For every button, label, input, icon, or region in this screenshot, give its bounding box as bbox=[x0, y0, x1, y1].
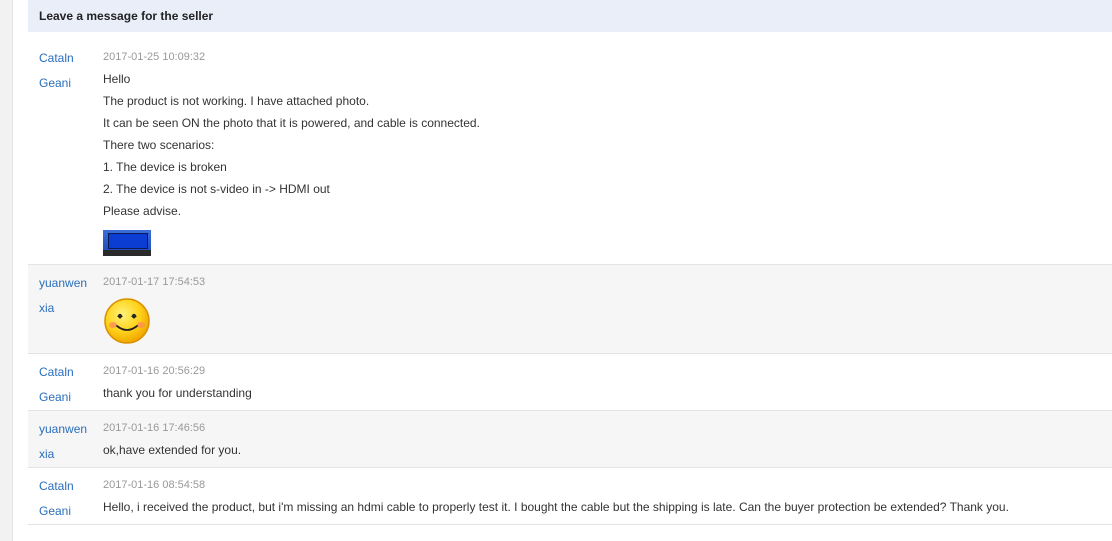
message-text-line: Hello bbox=[103, 72, 131, 86]
message-author: Cataln Geani bbox=[28, 468, 103, 524]
message-author: yuanwen xia bbox=[28, 265, 103, 353]
author-name-link[interactable]: xia bbox=[39, 442, 103, 467]
message-thread: Cataln Geani 2017-01-25 10:09:32 Hello T… bbox=[28, 40, 1112, 525]
panel-title: Leave a message for the seller bbox=[28, 0, 1112, 32]
message-item: Cataln Geani 2017-01-16 08:54:58 Hello, … bbox=[28, 468, 1112, 525]
message-timestamp: 2017-01-16 20:56:29 bbox=[103, 365, 206, 377]
left-rail bbox=[0, 0, 13, 541]
message-timestamp: 2017-01-16 17:46:56 bbox=[103, 422, 206, 434]
message-text-line: The product is not working. I have attac… bbox=[103, 94, 370, 108]
author-name-link[interactable]: Geani bbox=[39, 71, 103, 96]
message-text-line: It can be seen ON the photo that it is p… bbox=[103, 116, 480, 130]
author-name-link[interactable]: Cataln bbox=[39, 46, 103, 71]
message-text-line: 1. The device is broken bbox=[103, 160, 227, 174]
message-author: Cataln Geani bbox=[28, 354, 103, 410]
message-content: 2017-01-16 17:46:56 ok,have extended for… bbox=[103, 411, 1112, 467]
photo-thumbnail[interactable] bbox=[103, 230, 151, 256]
message-text-line: 2. The device is not s-video in -> HDMI … bbox=[103, 182, 330, 196]
author-name-link[interactable]: Cataln bbox=[39, 474, 103, 499]
author-name-link[interactable]: Geani bbox=[39, 385, 103, 410]
message-timestamp: 2017-01-25 10:09:32 bbox=[103, 51, 206, 63]
message-item: yuanwen xia 2017-01-16 17:46:56 ok,have … bbox=[28, 411, 1112, 468]
message-timestamp: 2017-01-17 17:54:53 bbox=[103, 276, 206, 288]
message-author: yuanwen xia bbox=[28, 411, 103, 467]
author-name-link[interactable]: Cataln bbox=[39, 360, 103, 385]
message-item: yuanwen xia 2017-01-17 17:54:53 bbox=[28, 265, 1112, 354]
message-panel: Leave a message for the seller Cataln Ge… bbox=[28, 0, 1112, 541]
message-text-line: thank you for understanding bbox=[103, 386, 252, 400]
message-text-line: There two scenarios: bbox=[103, 138, 215, 152]
message-content: 2017-01-16 20:56:29 thank you for unders… bbox=[103, 354, 1112, 410]
message-text-line: ok,have extended for you. bbox=[103, 443, 242, 457]
author-name-link[interactable]: yuanwen bbox=[39, 417, 103, 442]
page: Leave a message for the seller Cataln Ge… bbox=[0, 0, 1112, 541]
message-content: 2017-01-25 10:09:32 Hello The product is… bbox=[103, 40, 1112, 264]
message-text-line: Please advise. bbox=[103, 204, 182, 218]
author-name-link[interactable]: xia bbox=[39, 296, 103, 321]
message-text-line: Hello, i received the product, but i'm m… bbox=[103, 500, 1009, 514]
message-content: 2017-01-17 17:54:53 bbox=[103, 265, 1112, 353]
message-item: Cataln Geani 2017-01-25 10:09:32 Hello T… bbox=[28, 40, 1112, 265]
photo-monitor-screen bbox=[108, 233, 148, 249]
message-author: Cataln Geani bbox=[28, 40, 103, 264]
photo-table-surface bbox=[103, 250, 151, 256]
author-name-link[interactable]: yuanwen bbox=[39, 271, 103, 296]
message-timestamp: 2017-01-16 08:54:58 bbox=[103, 479, 206, 491]
author-name-link[interactable]: Geani bbox=[39, 499, 103, 524]
message-content: 2017-01-16 08:54:58 Hello, i received th… bbox=[103, 468, 1112, 524]
message-item: Cataln Geani 2017-01-16 20:56:29 thank y… bbox=[28, 354, 1112, 411]
smiley-face-icon bbox=[104, 298, 150, 344]
